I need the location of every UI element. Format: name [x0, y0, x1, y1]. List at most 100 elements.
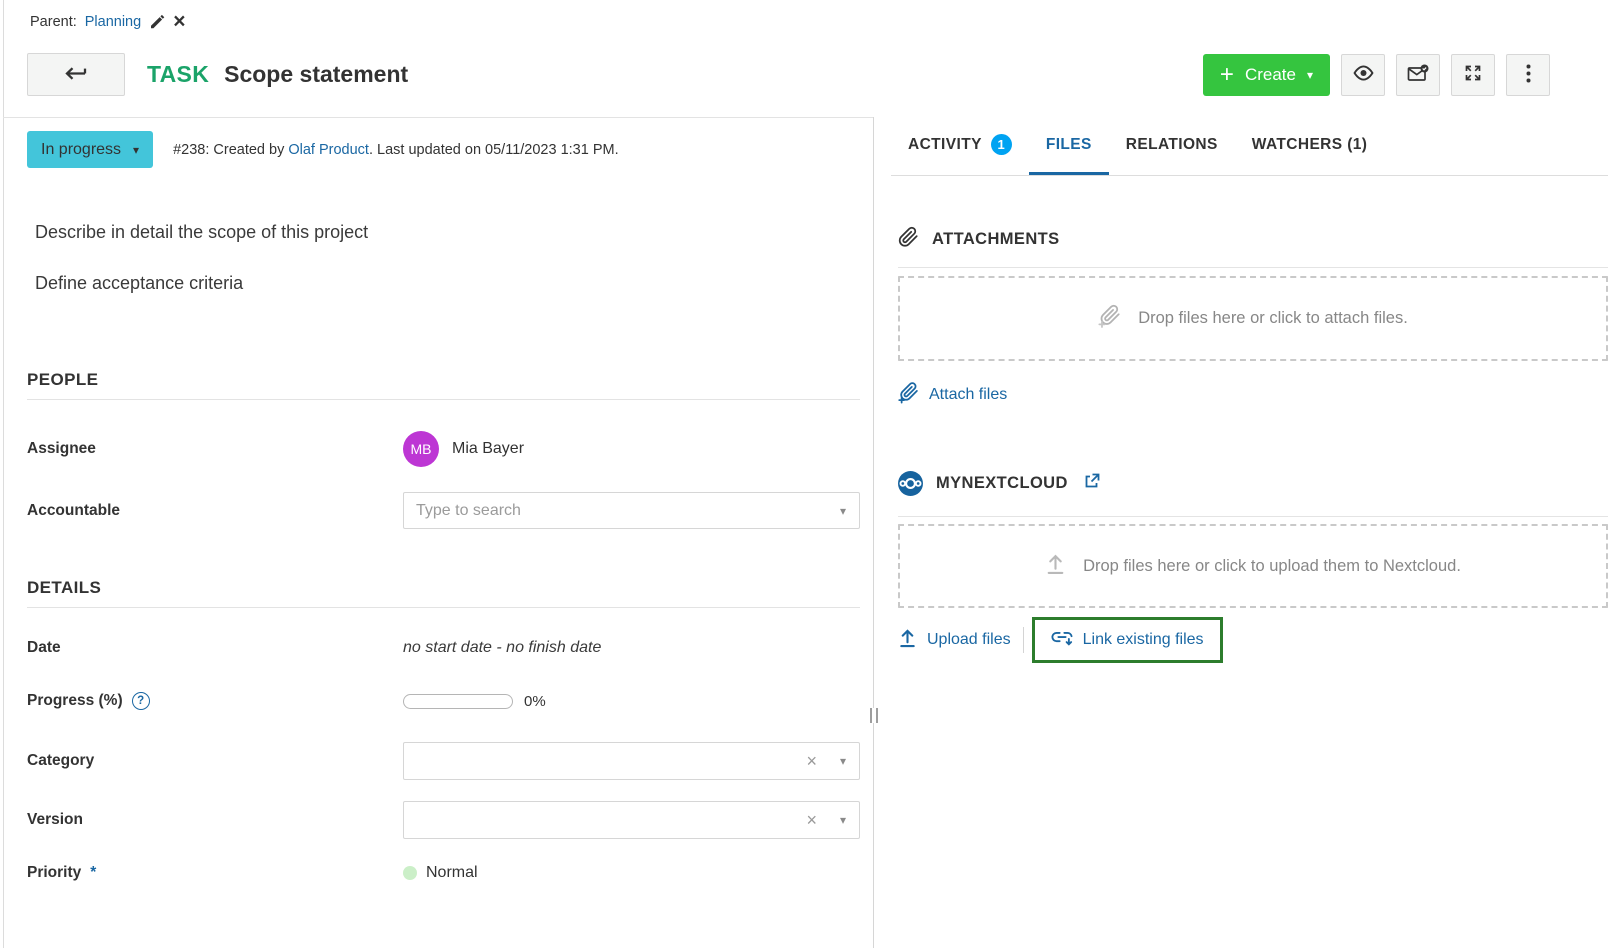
link-existing-files-link[interactable]: Link existing files — [1083, 631, 1204, 649]
clear-icon[interactable]: × — [806, 752, 817, 770]
tab-label: WATCHERS (1) — [1252, 136, 1368, 154]
tab-relations[interactable]: RELATIONS — [1109, 117, 1235, 175]
eye-icon — [1352, 65, 1375, 84]
tab-activity[interactable]: ACTIVITY 1 — [891, 117, 1029, 175]
pane-resize-handle[interactable] — [870, 708, 878, 723]
assignee-value[interactable]: MB Mia Bayer — [403, 431, 524, 467]
accountable-label: Accountable — [27, 502, 403, 520]
paperclip-icon — [898, 226, 919, 253]
link-existing-files-action[interactable]: Link existing files — [1032, 617, 1223, 663]
priority-color-dot — [403, 866, 417, 880]
fullscreen-icon — [1464, 64, 1482, 85]
priority-value[interactable]: Normal — [403, 864, 478, 882]
create-button-label: Create — [1245, 65, 1296, 85]
link-chain-icon — [1051, 629, 1073, 651]
more-menu-button[interactable] — [1506, 54, 1550, 96]
meta-suffix: . Last updated on 05/11/2023 1:31 PM. — [369, 142, 619, 158]
category-select[interactable]: × ▾ — [403, 742, 860, 780]
help-icon[interactable]: ? — [132, 692, 150, 710]
nextcloud-heading: MYNEXTCLOUD — [936, 474, 1068, 493]
parent-link[interactable]: Planning — [85, 14, 141, 30]
work-package-header: TASK Scope statement + Create ▾ — [27, 53, 1550, 96]
progress-bar — [403, 694, 513, 709]
external-link-icon[interactable] — [1083, 473, 1100, 495]
paperclip-plus-icon — [1098, 304, 1121, 333]
back-button[interactable] — [27, 53, 125, 96]
nextcloud-actions: Upload files Link existing files — [898, 617, 1608, 663]
version-select[interactable]: × ▾ — [403, 801, 860, 839]
paperclip-plus-icon — [898, 381, 919, 409]
progress-percent: 0% — [524, 693, 546, 710]
progress-value[interactable]: 0% — [403, 693, 546, 710]
avatar: MB — [403, 431, 439, 467]
work-package-meta: #238: Created by Olaf Product. Last upda… — [173, 142, 619, 158]
page-title[interactable]: Scope statement — [224, 61, 408, 88]
details-heading: DETAILS — [27, 578, 860, 608]
people-heading: PEOPLE — [27, 370, 860, 400]
nextcloud-dropzone[interactable]: Drop files here or click to upload them … — [898, 524, 1608, 608]
attach-files-link[interactable]: Attach files — [929, 386, 1007, 404]
chevron-down-icon[interactable]: ▾ — [840, 754, 846, 768]
create-button[interactable]: + Create ▾ — [1203, 54, 1330, 96]
upload-files-link[interactable]: Upload files — [927, 631, 1011, 649]
assignee-row: Assignee MB Mia Bayer — [27, 431, 860, 467]
mail-check-icon — [1407, 64, 1429, 86]
version-row: Version × ▾ — [27, 801, 860, 839]
description-field[interactable]: Describe in detail the scope of this pro… — [35, 222, 368, 294]
date-value[interactable]: no start date - no finish date — [403, 639, 601, 657]
version-label: Version — [27, 811, 403, 829]
fullscreen-button[interactable] — [1451, 54, 1495, 96]
upload-icon — [898, 628, 917, 653]
date-label: Date — [27, 639, 403, 657]
left-edge-divider — [3, 0, 4, 948]
section-divider — [898, 516, 1608, 517]
nextcloud-logo-icon — [898, 471, 923, 496]
parent-label: Parent: — [30, 14, 77, 30]
chevron-down-icon: ▾ — [133, 144, 139, 156]
tab-watchers[interactable]: WATCHERS (1) — [1235, 117, 1385, 175]
notification-settings-button[interactable] — [1396, 54, 1440, 96]
category-label: Category — [27, 752, 403, 770]
breadcrumb: Parent: Planning × — [30, 14, 185, 30]
upload-files-action[interactable]: Upload files — [898, 628, 1011, 653]
work-package-type[interactable]: TASK — [147, 61, 209, 88]
priority-row: Priority * Normal — [27, 861, 860, 885]
details-side-panel: ACTIVITY 1 FILES RELATIONS WATCHERS (1) — [873, 117, 1621, 948]
nextcloud-dropzone-text: Drop files here or click to upload them … — [1083, 557, 1461, 576]
status-row: In progress ▾ #238: Created by Olaf Prod… — [27, 131, 619, 168]
author-link[interactable]: Olaf Product — [288, 142, 369, 158]
attachments-dropzone[interactable]: Drop files here or click to attach files… — [898, 276, 1608, 361]
description-line: Define acceptance criteria — [35, 273, 368, 294]
progress-row: Progress (%) ? 0% — [27, 689, 860, 713]
work-package-detail-view: Parent: Planning × TASK Scope statement … — [0, 0, 1621, 948]
date-row: Date no start date - no finish date — [27, 637, 860, 659]
header-actions: + Create ▾ — [1203, 54, 1550, 96]
details-section: DETAILS Date no start date - no finish d… — [27, 578, 860, 885]
accountable-select[interactable]: ▾ — [403, 492, 860, 529]
edit-parent-icon[interactable] — [149, 14, 165, 30]
required-indicator: * — [90, 864, 96, 882]
side-panel-tabs: ACTIVITY 1 FILES RELATIONS WATCHERS (1) — [891, 117, 1608, 176]
accountable-input[interactable] — [404, 493, 859, 528]
assignee-label: Assignee — [27, 440, 403, 458]
tab-label: RELATIONS — [1126, 136, 1218, 154]
back-arrow-icon — [63, 66, 89, 84]
priority-label: Priority — [27, 864, 81, 882]
status-button[interactable]: In progress ▾ — [27, 131, 153, 168]
activity-count-badge: 1 — [991, 134, 1012, 155]
description-line: Describe in detail the scope of this pro… — [35, 222, 368, 243]
tab-files[interactable]: FILES — [1029, 117, 1109, 175]
people-section: PEOPLE Assignee MB Mia Bayer Accountable… — [27, 370, 860, 529]
assignee-name: Mia Bayer — [452, 440, 524, 458]
chevron-down-icon: ▾ — [1307, 69, 1313, 81]
chevron-down-icon[interactable]: ▾ — [840, 504, 846, 518]
attach-files-action[interactable]: Attach files — [898, 381, 1608, 409]
clear-icon[interactable]: × — [806, 811, 817, 829]
chevron-down-icon[interactable]: ▾ — [840, 813, 846, 827]
remove-parent-icon[interactable]: × — [173, 14, 185, 30]
plus-icon: + — [1220, 65, 1234, 85]
kebab-menu-icon — [1526, 64, 1531, 86]
header-divider — [3, 117, 873, 118]
watch-button[interactable] — [1341, 54, 1385, 96]
priority-name: Normal — [426, 864, 478, 882]
